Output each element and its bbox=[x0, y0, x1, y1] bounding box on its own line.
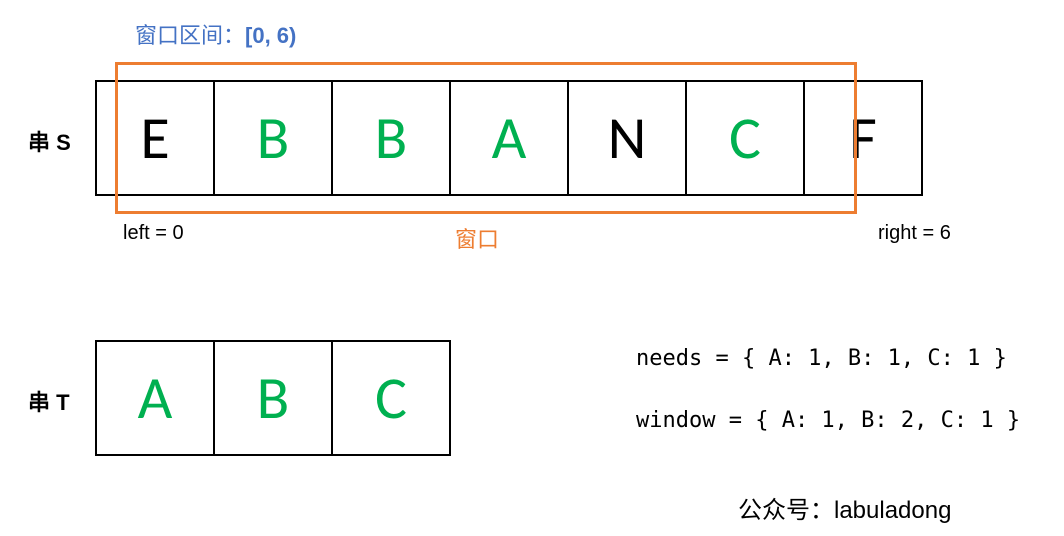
string-s-cell-5: C bbox=[685, 80, 805, 196]
window-label: 窗口 bbox=[455, 222, 499, 254]
string-s-cell-2: B bbox=[331, 80, 451, 196]
string-s-cell-3: A bbox=[449, 80, 569, 196]
string-s-cell-4: N bbox=[567, 80, 687, 196]
string-s-label: 串 S bbox=[28, 125, 71, 157]
string-s-cell-1: B bbox=[213, 80, 333, 196]
string-s-cell-6: F bbox=[803, 80, 923, 196]
left-pointer-label: left = 0 bbox=[123, 222, 184, 245]
string-t-cell-1: B bbox=[213, 340, 333, 456]
string-t-cell-0: A bbox=[95, 340, 215, 456]
string-t-row: ABC bbox=[95, 340, 451, 456]
string-s-cell-0: E bbox=[95, 80, 215, 196]
string-s-row: EBBANCF bbox=[95, 80, 923, 196]
interval-value: [0, 6) bbox=[245, 23, 296, 48]
string-t-label: 串 T bbox=[28, 385, 70, 417]
window-map-label: window = { A: 1, B: 2, C: 1 } bbox=[636, 408, 1020, 433]
string-t-cell-2: C bbox=[331, 340, 451, 456]
right-pointer-label: right = 6 bbox=[878, 222, 951, 245]
needs-map-label: needs = { A: 1, B: 1, C: 1 } bbox=[636, 346, 1007, 371]
interval-prefix: 窗口区间： bbox=[135, 23, 245, 48]
window-interval-label: 窗口区间：[0, 6) bbox=[135, 18, 296, 50]
credit-label: 公众号：labuladong bbox=[738, 490, 951, 525]
